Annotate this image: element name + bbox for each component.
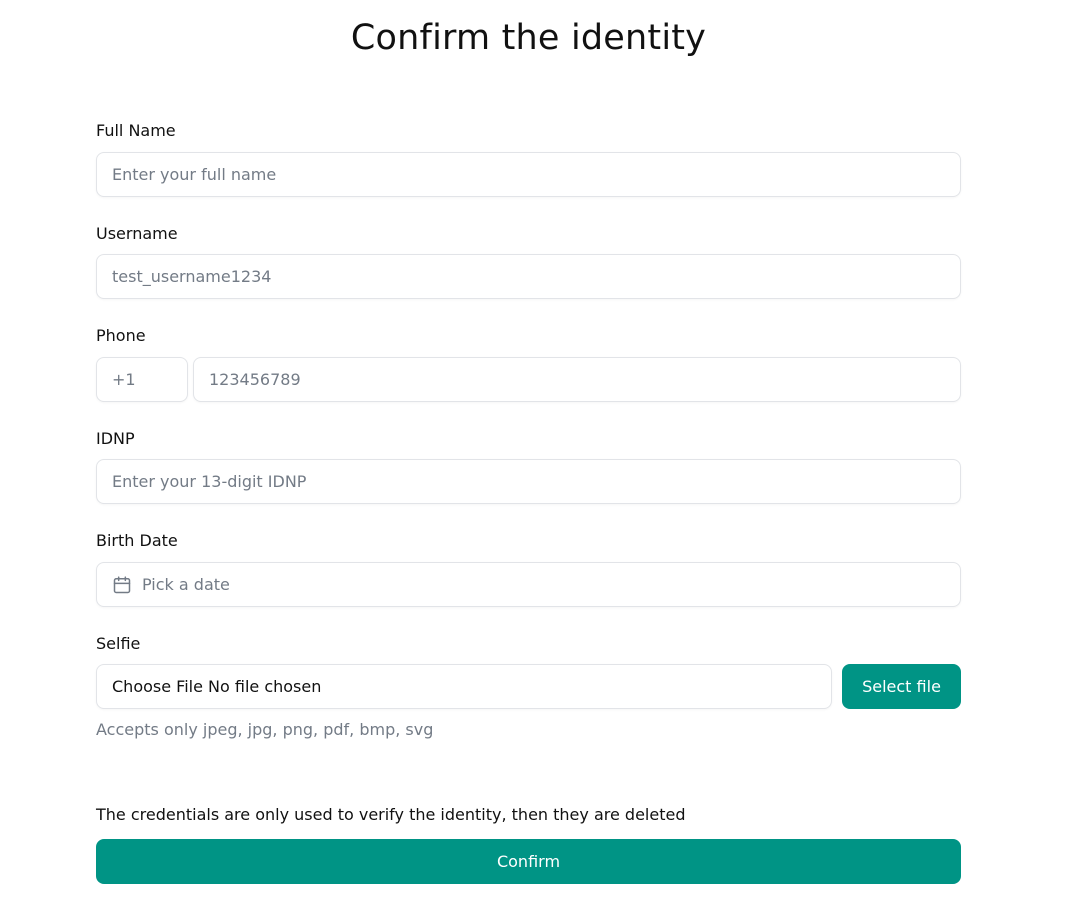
full-name-label: Full Name: [96, 121, 176, 140]
page-title: Confirm the identity: [350, 18, 707, 58]
privacy-note: The credentials are only used to verify …: [96, 805, 686, 824]
identity-page: Confirm the identity Full Name Enter you…: [0, 0, 1089, 908]
birth-date-placeholder: Pick a date: [142, 575, 230, 594]
username-input[interactable]: test_username1234: [96, 254, 961, 299]
idnp-placeholder: Enter your 13-digit IDNP: [112, 472, 307, 491]
birth-date-label: Birth Date: [96, 531, 178, 550]
file-input-text: Choose File No file chosen: [112, 677, 322, 696]
idnp-label: IDNP: [96, 429, 135, 448]
idnp-input[interactable]: Enter your 13-digit IDNP: [96, 459, 961, 504]
full-name-input[interactable]: Enter your full name: [96, 152, 961, 197]
select-file-button[interactable]: Select file: [842, 664, 961, 709]
country-code-value: +1: [112, 370, 136, 389]
calendar-icon: [112, 575, 132, 595]
phone-placeholder: 123456789: [209, 370, 301, 389]
selfie-file-input[interactable]: Choose File No file chosen: [96, 664, 832, 709]
full-name-placeholder: Enter your full name: [112, 165, 277, 184]
birth-date-picker[interactable]: Pick a date: [96, 562, 961, 607]
confirm-button[interactable]: Confirm: [96, 839, 961, 884]
selfie-label: Selfie: [96, 634, 141, 653]
phone-label: Phone: [96, 326, 146, 345]
username-placeholder: test_username1234: [112, 267, 272, 286]
username-label: Username: [96, 224, 178, 243]
file-types-hint: Accepts only jpeg, jpg, png, pdf, bmp, s…: [96, 720, 434, 739]
country-code-input[interactable]: +1: [96, 357, 188, 402]
phone-input[interactable]: 123456789: [193, 357, 961, 402]
